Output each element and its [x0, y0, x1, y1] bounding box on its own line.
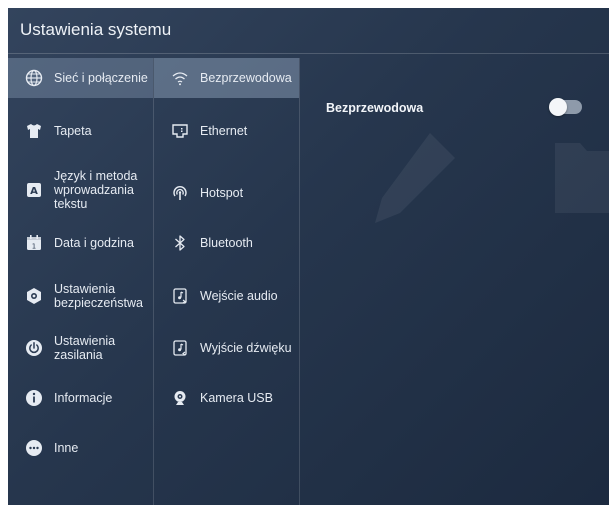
category-wallpaper[interactable]: Tapeta — [8, 116, 153, 146]
category-language[interactable]: A Język i metoda wprowadzania tekstu — [8, 166, 153, 214]
category-label: Ustawienia bezpieczeństwa — [54, 282, 143, 310]
category-security[interactable]: Ustawienia bezpieczeństwa — [8, 276, 153, 316]
keyboard-a-icon: A — [25, 181, 43, 199]
subcategory-label: Wyjście dźwięku — [200, 341, 292, 355]
calendar-icon: 1 — [25, 234, 43, 252]
category-datetime[interactable]: 1 Data i godzina — [8, 228, 153, 258]
category-other[interactable]: Inne — [8, 433, 153, 463]
content-panel: Bezprzewodowa — [300, 58, 609, 505]
category-label: Tapeta — [54, 124, 92, 138]
webcam-icon — [171, 389, 189, 407]
svg-text:A: A — [30, 186, 38, 197]
subcategory-label: Bluetooth — [200, 236, 253, 250]
wireless-setting-label: Bezprzewodowa — [326, 101, 424, 115]
window-title: Ustawienia systemu — [20, 20, 172, 39]
subcategory-label: Ethernet — [200, 124, 248, 138]
info-icon — [25, 389, 43, 407]
title-bar: Ustawienia systemu — [8, 8, 609, 54]
power-icon — [25, 339, 43, 357]
shirt-icon — [25, 122, 43, 140]
hotspot-icon — [171, 184, 189, 202]
category-label: Język i metoda wprowadzania tekstu — [54, 169, 138, 211]
subcategory-wireless[interactable]: Bezprzewodowa — [154, 58, 299, 98]
category-label: Data i godzina — [54, 236, 134, 250]
subcategory-label: Hotspot — [200, 186, 244, 200]
category-list: Sieć i połączenie Tapeta A Język i metod… — [8, 58, 154, 505]
category-label: Inne — [54, 441, 79, 455]
subcategory-ethernet[interactable]: Ethernet — [154, 116, 299, 146]
toggle-knob — [549, 98, 567, 116]
audio-in-icon — [171, 287, 189, 305]
subcategory-label: Wejście audio — [200, 289, 278, 303]
subcategory-label: Bezprzewodowa — [200, 71, 292, 85]
category-label: Informacje — [54, 391, 113, 405]
subcategory-audio-in[interactable]: Wejście audio — [154, 281, 299, 311]
wifi-icon — [171, 69, 189, 87]
wireless-toggle[interactable] — [549, 98, 582, 116]
category-power[interactable]: Ustawienia zasilania — [8, 328, 153, 368]
subcategory-hotspot[interactable]: Hotspot — [154, 178, 299, 208]
category-info[interactable]: Informacje — [8, 383, 153, 413]
audio-out-icon — [171, 339, 189, 357]
globe-icon — [25, 69, 43, 87]
category-label: Sieć i połączenie — [54, 71, 148, 85]
settings-window: Ustawienia systemu Sieć i połączenie Tap… — [8, 8, 609, 505]
category-label: Ustawienia zasilania — [54, 334, 116, 362]
ethernet-icon — [171, 122, 189, 140]
subcategory-audio-out[interactable]: Wyjście dźwięku — [154, 333, 299, 363]
subcategory-label: Kamera USB — [200, 391, 273, 405]
category-network[interactable]: Sieć i połączenie — [8, 58, 153, 98]
more-icon — [25, 439, 43, 457]
svg-text:1: 1 — [32, 243, 36, 251]
subcategory-bluetooth[interactable]: Bluetooth — [154, 228, 299, 258]
pencil-watermark-icon — [375, 133, 455, 223]
subcategory-list: Bezprzewodowa Ethernet Hotspot Bluetooth… — [154, 58, 300, 505]
bluetooth-icon — [171, 234, 189, 252]
subcategory-usb-camera[interactable]: Kamera USB — [154, 383, 299, 413]
shield-icon — [25, 287, 43, 305]
folder-watermark-icon — [555, 143, 609, 213]
